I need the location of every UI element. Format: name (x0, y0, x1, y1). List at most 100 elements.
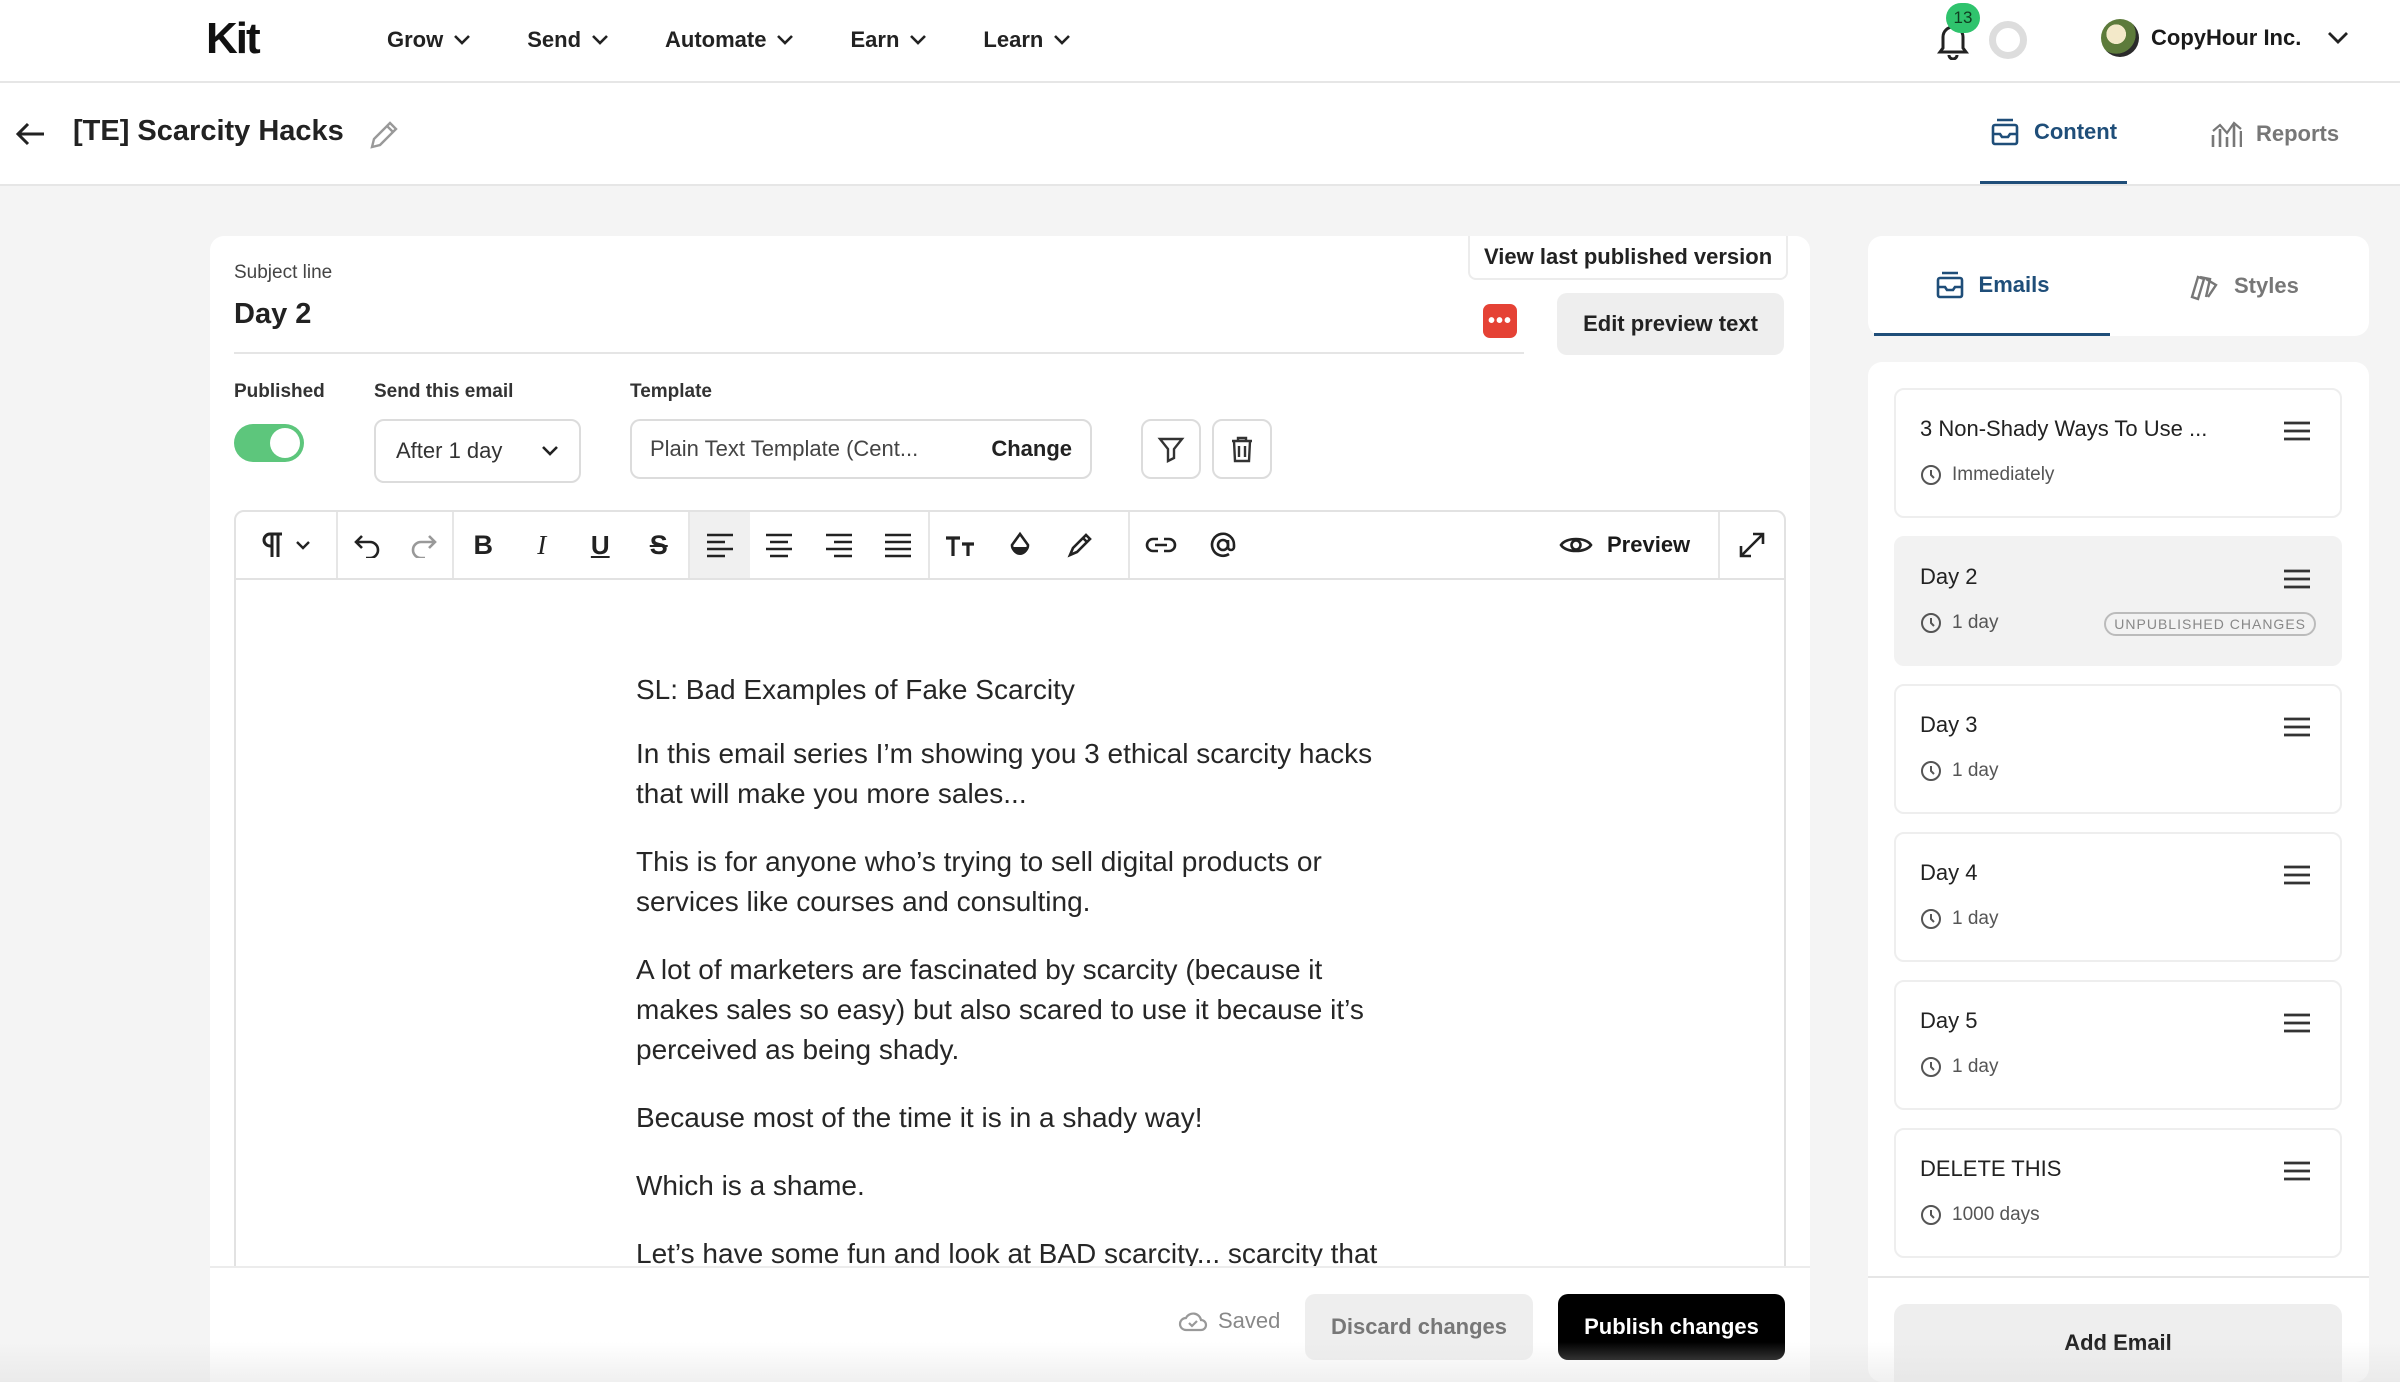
published-label: Published (234, 381, 325, 402)
link-button[interactable] (1130, 512, 1192, 578)
nav-learn[interactable]: Learn (983, 27, 1071, 53)
published-toggle[interactable] (234, 424, 304, 462)
view-published-link[interactable]: View last published version (1468, 236, 1789, 280)
kit-logo[interactable]: Kit (206, 14, 261, 64)
trash-icon (1232, 436, 1252, 463)
email-delay: 1 day (1920, 1056, 1998, 1078)
chevron-down-icon (296, 541, 310, 550)
clock-icon (1921, 761, 1941, 781)
chevron-down-icon (2328, 32, 2349, 44)
send-label: Send this email (374, 381, 514, 402)
chevron-down-icon (592, 35, 608, 45)
fullscreen-button[interactable] (1718, 512, 1784, 578)
clock-icon (1921, 613, 1941, 633)
account-menu[interactable]: CopyHour Inc. (2101, 19, 2349, 57)
email-title: DELETE THIS (1920, 1156, 2062, 1181)
email-delay-label: 1000 days (1952, 1204, 2040, 1225)
more-options-icon[interactable]: ••• (1483, 304, 1517, 338)
send-delay-select[interactable]: After 1 day (374, 419, 581, 483)
drag-handle-icon[interactable] (2282, 1012, 2312, 1034)
discard-changes-button[interactable]: Discard changes (1305, 1294, 1533, 1360)
back-arrow-icon[interactable] (14, 117, 48, 151)
filter-button[interactable] (1141, 419, 1201, 479)
divider (1868, 1276, 2369, 1278)
nav-learn-label: Learn (983, 27, 1044, 52)
edit-preview-text-button[interactable]: Edit preview text (1557, 293, 1784, 355)
paragraph-icon (262, 532, 282, 557)
clock-icon (1921, 465, 1941, 485)
top-nav: Kit Grow Send Automate Earn Learn 13 Cop… (0, 0, 2400, 83)
email-list-item[interactable]: 3 Non-Shady Ways To Use ... Immediately (1894, 388, 2342, 518)
delete-button[interactable] (1212, 419, 1272, 479)
history-group (338, 512, 454, 578)
email-list-item[interactable]: Day 5 1 day (1894, 980, 2342, 1110)
avatar (2101, 19, 2139, 57)
nav-earn[interactable]: Earn (850, 27, 927, 53)
inbox-icon (1936, 271, 1963, 298)
align-left-button[interactable] (690, 512, 750, 578)
paragraph-style-group (236, 512, 338, 578)
chevron-down-icon (777, 35, 794, 45)
account-name: CopyHour Inc. (2151, 25, 2302, 50)
email-delay: 1 day (1920, 760, 1998, 782)
email-title: Day 5 (1920, 1008, 1978, 1033)
nav-automate[interactable]: Automate (665, 27, 794, 53)
align-justify-button[interactable] (869, 512, 929, 578)
nav-automate-label: Automate (665, 27, 767, 52)
clock-icon (1921, 1057, 1941, 1077)
email-title: 3 Non-Shady Ways To Use ... (1920, 416, 2208, 441)
bold-button[interactable]: B (454, 512, 513, 578)
email-delay: 1 day (1920, 612, 1998, 634)
body-paragraph: In this email series I’m showing you 3 e… (636, 738, 1373, 809)
chevron-down-icon (1054, 35, 1071, 45)
body-paragraph: Which is a shame. (636, 1170, 865, 1201)
inbox-icon (1991, 118, 2019, 146)
highlight-button[interactable] (1050, 512, 1110, 578)
italic-button[interactable]: I (513, 512, 572, 578)
drag-handle-icon[interactable] (2282, 1160, 2312, 1182)
align-center-button[interactable] (750, 512, 810, 578)
email-body-editor[interactable]: SL: Bad Examples of Fake Scarcity In thi… (234, 578, 1786, 1268)
email-list-item[interactable]: Day 2 1 day UNPUBLISHED CHANGES (1894, 536, 2342, 666)
email-title: Day 4 (1920, 860, 1978, 885)
strikethrough-button[interactable]: S (630, 512, 689, 578)
add-email-button[interactable]: Add Email (1894, 1304, 2342, 1382)
tab-content[interactable]: Content (1980, 83, 2127, 184)
undo-button[interactable] (338, 512, 395, 578)
pencil-icon[interactable] (366, 119, 400, 153)
publish-changes-button[interactable]: Publish changes (1558, 1294, 1785, 1360)
align-right-button[interactable] (809, 512, 869, 578)
tab-styles[interactable]: Styles (2188, 236, 2299, 336)
nav-earn-label: Earn (850, 27, 900, 52)
bold-icon: B (473, 529, 494, 560)
underline-button[interactable]: U (571, 512, 630, 578)
nav-grow-label: Grow (387, 27, 444, 52)
email-list-item[interactable]: DELETE THIS 1000 days (1894, 1128, 2342, 1258)
swatch-icon (2190, 275, 2218, 301)
tab-emails-label: Emails (1978, 271, 2050, 297)
subject-input[interactable]: Day 2 (234, 298, 311, 331)
text-style-group: B I U S (454, 512, 690, 578)
paragraph-style-dropdown[interactable] (236, 512, 336, 578)
template-change-button[interactable]: Change (991, 436, 1072, 462)
preview-button[interactable]: Preview (1559, 512, 1690, 578)
drag-handle-icon[interactable] (2282, 568, 2312, 590)
redo-button[interactable] (395, 512, 452, 578)
tab-emails[interactable]: Emails (1874, 236, 2110, 336)
drag-handle-icon[interactable] (2282, 864, 2312, 886)
align-center-icon (766, 533, 793, 558)
nav-grow[interactable]: Grow (387, 27, 471, 53)
email-content[interactable]: SL: Bad Examples of Fake Scarcity In thi… (636, 670, 1396, 1266)
sidebar-tabs: Emails Styles (1868, 236, 2369, 336)
font-size-button[interactable] (930, 512, 990, 578)
drag-handle-icon[interactable] (2282, 420, 2312, 442)
drag-handle-icon[interactable] (2282, 716, 2312, 738)
styling-group (930, 512, 1130, 578)
tab-reports[interactable]: Reports (2210, 83, 2339, 184)
text-color-button[interactable] (990, 512, 1050, 578)
nav-send[interactable]: Send (527, 27, 609, 53)
email-list-item[interactable]: Day 4 1 day (1894, 832, 2342, 962)
mention-button[interactable] (1192, 512, 1254, 578)
preview-label: Preview (1607, 532, 1691, 557)
email-list-item[interactable]: Day 3 1 day (1894, 684, 2342, 814)
